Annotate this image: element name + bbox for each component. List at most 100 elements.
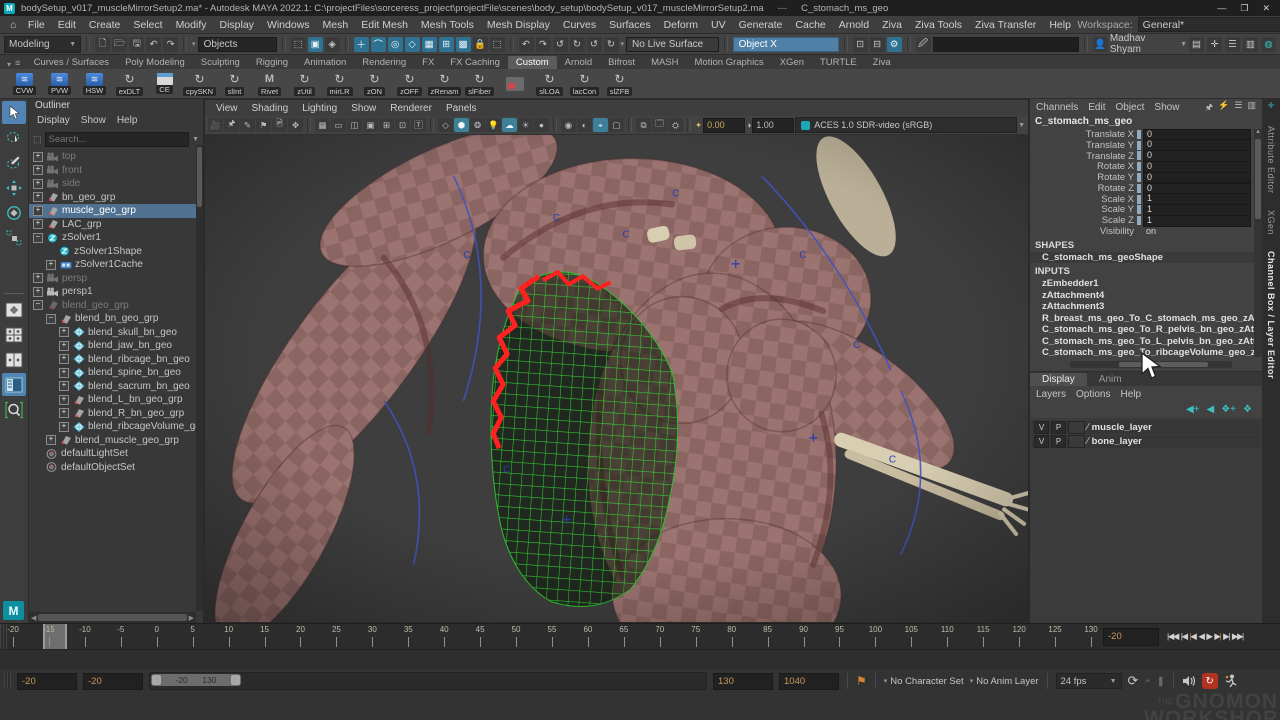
render-settings-icon[interactable]: ⚙ — [887, 37, 902, 52]
menu-windows[interactable]: Windows — [260, 19, 316, 31]
expand-toggle-icon[interactable]: + — [59, 395, 69, 405]
shelf-item-zon[interactable]: ↻zON — [358, 72, 391, 96]
outliner-row-blend-l-bn-geo-grp[interactable]: +blend_L_bn_geo_grp — [29, 393, 203, 407]
maximize-button[interactable]: ❐ — [1240, 3, 1248, 14]
chevron-down-icon[interactable]: ▼ — [1018, 122, 1025, 129]
film-gate-icon[interactable]: ▭ — [331, 118, 346, 132]
shape-node-item[interactable]: C_stomach_ms_geoShape — [1030, 252, 1262, 264]
outliner-row-zsolver1shape[interactable]: zSolver1Shape — [29, 245, 203, 259]
animation-preferences-icon[interactable] — [1224, 674, 1237, 688]
gamma-icon[interactable]: ◑ — [746, 120, 751, 130]
shelf-tab-fx[interactable]: FX — [414, 56, 442, 69]
channel-slider-strip[interactable] — [1137, 184, 1141, 193]
channel-box-menu-channels[interactable]: Channels — [1036, 102, 1078, 113]
shelf-tab-ziva[interactable]: Ziva — [865, 56, 899, 69]
layer-visibility-toggle[interactable]: V — [1034, 435, 1049, 448]
live-surface-field[interactable]: No Live Surface — [626, 37, 719, 52]
close-button[interactable]: ✕ — [1262, 3, 1270, 14]
expand-toggle-icon[interactable]: + — [33, 287, 43, 297]
range-slider-track[interactable]: -20 130 — [149, 672, 707, 690]
shelf-item-slzfb[interactable]: ↻slZFB — [603, 72, 636, 96]
textured-icon[interactable]: ❂ — [470, 118, 485, 132]
screen-space-ao-icon[interactable]: ☀ — [518, 118, 533, 132]
outliner-row-blend-muscle-geo-grp[interactable]: +blend_muscle_geo_grp — [29, 434, 203, 448]
channel-value-field[interactable]: on — [1143, 227, 1249, 237]
channel-box-menu-object[interactable]: Object — [1116, 102, 1145, 113]
menu-edit-mesh[interactable]: Edit Mesh — [355, 19, 415, 31]
shelf-tab-fx-caching[interactable]: FX Caching — [442, 56, 508, 69]
input-node-item[interactable]: C_stomach_ms_geo_To_L_pelvis_bn_geo_zAtt… — [1030, 336, 1262, 348]
2d-pan-zoom-icon[interactable]: ✥ — [288, 118, 303, 132]
evaluation-icon[interactable]: ❚ — [1157, 676, 1165, 687]
menu-edit[interactable]: Edit — [51, 19, 82, 31]
channel-value-field[interactable]: 1 — [1143, 204, 1251, 216]
outliner-row-zsolver1[interactable]: −zSolver1 — [29, 231, 203, 245]
channel-slider-strip[interactable] — [1137, 130, 1141, 139]
current-frame-field[interactable]: -20 — [1103, 628, 1159, 646]
expand-toggle-icon[interactable]: + — [33, 192, 43, 202]
expand-toggle-icon[interactable]: + — [59, 341, 69, 351]
channel-value-field[interactable]: 0 — [1143, 161, 1251, 173]
snap-curve-icon[interactable]: ⌒ — [371, 37, 386, 52]
snap-view-plane-icon[interactable]: ▦ — [422, 37, 437, 52]
outliner-row-blend-ribcagevolume-geo[interactable]: +blend_ribcageVolume_geo — [29, 420, 203, 434]
auto-keyframe-toggle[interactable]: ↻ — [1202, 673, 1218, 689]
step-back-key-button[interactable]: |◀ — [1190, 631, 1196, 642]
layer-row-bone-layer[interactable]: VP∕bone_layer — [1032, 435, 1260, 448]
side-tab-xgen[interactable]: XGen — [1266, 210, 1276, 235]
dock-icon[interactable]: ✛ — [1268, 102, 1275, 110]
viewport-menu-lighting[interactable]: Lighting — [295, 103, 344, 114]
new-scene-icon[interactable]: 🗋 — [95, 37, 110, 52]
shelf-tab-motion-graphics[interactable]: Motion Graphics — [687, 56, 772, 69]
shelf-tab-curves-surfaces[interactable]: Curves / Surfaces — [26, 56, 118, 69]
input-connection-icon[interactable]: ↶ — [519, 37, 534, 52]
channel-row-translate-x[interactable]: Translate X0 — [1030, 129, 1262, 140]
step-forward-frame-button[interactable]: ▶| — [1223, 631, 1229, 642]
menu-ziva-tools[interactable]: Ziva Tools — [908, 19, 968, 31]
playback-end-field[interactable]: 130 — [713, 673, 773, 690]
shadows-icon[interactable]: ☁ — [502, 118, 517, 132]
menu-mesh[interactable]: Mesh — [316, 19, 355, 31]
layer-editor-tab-display[interactable]: Display — [1030, 373, 1087, 386]
go-to-start-button[interactable]: |◀◀ — [1167, 631, 1178, 642]
layer-row-muscle-layer[interactable]: VP∕muscle_layer — [1032, 421, 1260, 434]
channel-row-scale-y[interactable]: Scale Y1 — [1030, 205, 1262, 216]
xray-joints-icon[interactable]: ⌖ — [593, 118, 608, 132]
expand-toggle-icon[interactable]: + — [33, 206, 43, 216]
expand-toggle-icon[interactable]: + — [33, 219, 43, 229]
outliner-vertical-scrollbar[interactable] — [196, 145, 203, 611]
layout-four-pane-button[interactable] — [2, 323, 26, 346]
expand-toggle-icon[interactable]: + — [59, 381, 69, 391]
menu-set-dropdown[interactable]: Modeling ▼ — [4, 36, 81, 53]
shelf-item-rivet[interactable]: MRivet — [253, 72, 286, 96]
attribute-editor-toggle-icon[interactable]: ▥ — [1243, 37, 1258, 52]
loop-playback-icon[interactable]: ⟳ — [1128, 673, 1139, 689]
channel-value-field[interactable]: 1 — [1143, 215, 1251, 227]
menu-mesh-display[interactable]: Mesh Display — [480, 19, 556, 31]
camera-attributes-icon[interactable]: ✎ — [240, 118, 255, 132]
cached-playback-icon[interactable]: 🗲 — [1144, 676, 1150, 687]
channel-slider-strip[interactable] — [1137, 141, 1141, 150]
lock-camera-icon[interactable]: 🖈 — [224, 118, 239, 132]
layout-outliner-persp-button[interactable] — [2, 373, 26, 396]
channel-row-translate-z[interactable]: Translate Z0 — [1030, 151, 1262, 162]
speed-state-icon[interactable]: ⚡ — [1218, 100, 1229, 116]
snap-point-icon[interactable]: ◎ — [388, 37, 403, 52]
zoom-select-button[interactable] — [2, 398, 26, 421]
viewport-settings-icon[interactable]: ⛭ — [668, 118, 683, 132]
time-slider[interactable]: -20-15-10-505101520253035404550556065707… — [0, 623, 1280, 649]
menu-deform[interactable]: Deform — [657, 19, 704, 31]
channel-slider-strip[interactable] — [1137, 216, 1141, 225]
highlight-selection-icon[interactable]: ⬚ — [490, 37, 505, 52]
channel-value-field[interactable]: 0 — [1143, 129, 1251, 141]
shelf-item-zutil[interactable]: ↻zUtil — [288, 72, 321, 96]
range-end-handle[interactable] — [231, 675, 240, 685]
expand-toggle-icon[interactable]: + — [33, 179, 43, 189]
input-node-item[interactable]: C_stomach_ms_geo_To_R_pelvis_bn_geo_zAtt… — [1030, 324, 1262, 336]
outliner-row-muscle-geo-grp[interactable]: +muscle_geo_grp — [29, 204, 203, 218]
image-plane-icon[interactable]: 🖻 — [272, 118, 287, 132]
layer-menu-options[interactable]: Options — [1076, 389, 1110, 400]
layout-two-pane-button[interactable] — [2, 348, 26, 371]
move-layer-up-icon[interactable]: ◀+ — [1186, 404, 1200, 415]
channel-row-visibility[interactable]: Visibilityon — [1030, 226, 1262, 237]
